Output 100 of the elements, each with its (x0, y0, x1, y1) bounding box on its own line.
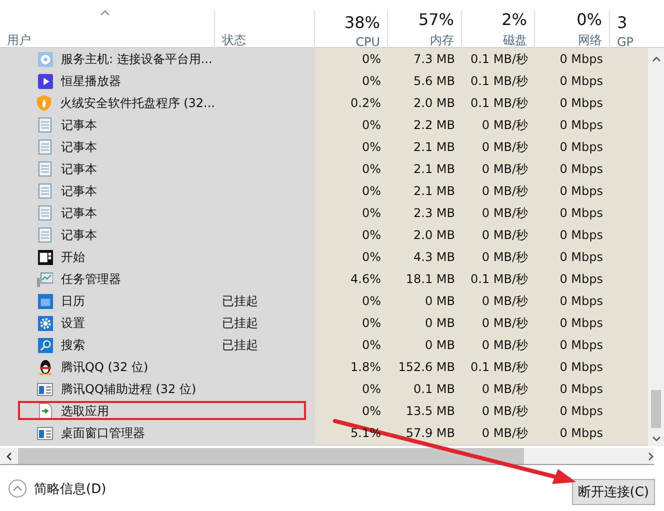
network-value: 0 Mbps (560, 404, 603, 418)
process-name: 桌面窗口管理器 (61, 424, 145, 442)
cpu-value: 0% (362, 162, 381, 176)
column-header[interactable]: 磁盘 (503, 32, 527, 49)
memory-value: 2.1 MB (414, 140, 455, 154)
memory-value: 18.1 MB (406, 272, 455, 286)
disk-value: 0 MB/秒 (482, 182, 528, 200)
collapse-icon (8, 479, 27, 498)
memory-value: 13.5 MB (406, 404, 455, 418)
penguin-icon (38, 359, 52, 375)
notepad-icon (38, 227, 52, 243)
usage-total: 2% (502, 10, 527, 29)
scroll-down-icon[interactable] (652, 436, 661, 442)
disk-value: 0 MB/秒 (482, 138, 528, 156)
disk-value: 0 MB/秒 (482, 226, 528, 244)
network-value: 0 Mbps (560, 250, 603, 264)
notepad-icon (38, 139, 52, 155)
usage-total: 0% (576, 10, 602, 29)
network-value: 0 Mbps (560, 118, 603, 132)
disk-value: 0.1 MB/秒 (470, 50, 528, 68)
disk-value: 0 MB/秒 (482, 424, 528, 442)
scroll-right-icon[interactable] (648, 452, 654, 460)
process-name: 任务管理器 (61, 270, 121, 288)
scrollbar-thumb[interactable] (651, 390, 661, 428)
network-value: 0 Mbps (560, 272, 603, 286)
cpu-value: 5.1% (350, 426, 381, 440)
network-value: 0 Mbps (560, 52, 603, 66)
network-value: 0 Mbps (560, 338, 603, 352)
disk-value: 0 MB/秒 (482, 116, 528, 134)
process-name: 记事本 (61, 226, 97, 244)
network-value: 0 Mbps (560, 96, 603, 110)
notepad-icon (38, 205, 52, 221)
memory-value: 152.6 MB (398, 360, 455, 374)
cpu-value: 0% (362, 316, 381, 330)
column-header[interactable]: 网络 (578, 32, 602, 49)
process-status: 已挂起 (222, 292, 258, 310)
notepad-icon (38, 161, 52, 177)
memory-value: 0 MB (424, 338, 455, 352)
scroll-left-icon[interactable] (6, 452, 12, 460)
network-value: 0 Mbps (560, 426, 603, 440)
cpu-value: 0% (362, 184, 381, 198)
details-toggle[interactable]: 简略信息(D) (8, 479, 106, 498)
cpu-value: 0.2% (350, 96, 381, 110)
column-header[interactable]: 内存 (430, 32, 454, 49)
disk-value: 0 MB/秒 (482, 402, 528, 420)
memory-value: 4.3 MB (414, 250, 455, 264)
process-name: 记事本 (61, 204, 97, 222)
process-name: 开始 (61, 248, 85, 266)
cpu-value: 0% (362, 118, 381, 132)
process-name: 恒星播放器 (61, 72, 121, 90)
network-value: 0 Mbps (560, 140, 603, 154)
network-value: 0 Mbps (560, 294, 603, 308)
network-value: 0 Mbps (560, 360, 603, 374)
monitor-icon (37, 272, 53, 286)
window-icon (38, 250, 52, 264)
window-icon (37, 382, 53, 396)
column-header[interactable]: 状态 (222, 32, 307, 49)
column-header[interactable]: GP (617, 35, 634, 49)
memory-value: 5.6 MB (414, 74, 455, 88)
cpu-value: 0% (362, 404, 381, 418)
memory-value: 0 MB (424, 294, 455, 308)
disk-value: 0 MB/秒 (482, 336, 528, 354)
window-icon (37, 426, 53, 440)
memory-value: 7.3 MB (414, 52, 455, 66)
memory-value: 2.0 MB (414, 96, 455, 110)
search-icon (38, 338, 52, 352)
disk-value: 0 MB/秒 (482, 204, 528, 222)
memory-value: 0 MB (424, 316, 455, 330)
disk-value: 0 MB/秒 (482, 314, 528, 332)
process-name: 日历 (61, 292, 85, 310)
disk-value: 0.1 MB/秒 (470, 270, 528, 288)
sort-caret-icon (100, 10, 110, 16)
scroll-up-icon[interactable] (652, 56, 661, 62)
disconnect-button[interactable]: 断开连接(C) (572, 478, 655, 504)
vertical-scrollbar[interactable] (648, 48, 664, 446)
cpu-value: 0% (362, 294, 381, 308)
disk-value: 0.1 MB/秒 (470, 94, 528, 112)
memory-value: 2.2 MB (414, 118, 455, 132)
memory-value: 2.1 MB (414, 162, 455, 176)
cpu-value: 0% (362, 74, 381, 88)
cpu-value: 0% (362, 206, 381, 220)
play-icon (38, 74, 52, 88)
process-name: 服务主机: 连接设备平台用... (61, 50, 212, 68)
network-value: 0 Mbps (560, 382, 603, 396)
column-header[interactable]: CPU (356, 35, 380, 49)
memory-value: 57.9 MB (406, 426, 455, 440)
process-name: 记事本 (61, 116, 97, 134)
network-value: 0 Mbps (560, 162, 603, 176)
network-value: 0 Mbps (560, 228, 603, 242)
notepad-icon (38, 183, 52, 199)
disk-value: 0 MB/秒 (482, 160, 528, 178)
memory-value: 2.1 MB (414, 184, 455, 198)
process-name: 火绒安全软件托盘程序 (32... (60, 94, 215, 112)
usage-total: 38% (344, 13, 380, 32)
notepad-icon (38, 117, 52, 133)
disk-value: 0.1 MB/秒 (470, 358, 528, 376)
column-header[interactable]: 用户 (7, 32, 207, 49)
scrollbar-thumb[interactable] (18, 448, 524, 464)
network-value: 0 Mbps (560, 206, 603, 220)
horizontal-scrollbar[interactable] (0, 448, 654, 465)
